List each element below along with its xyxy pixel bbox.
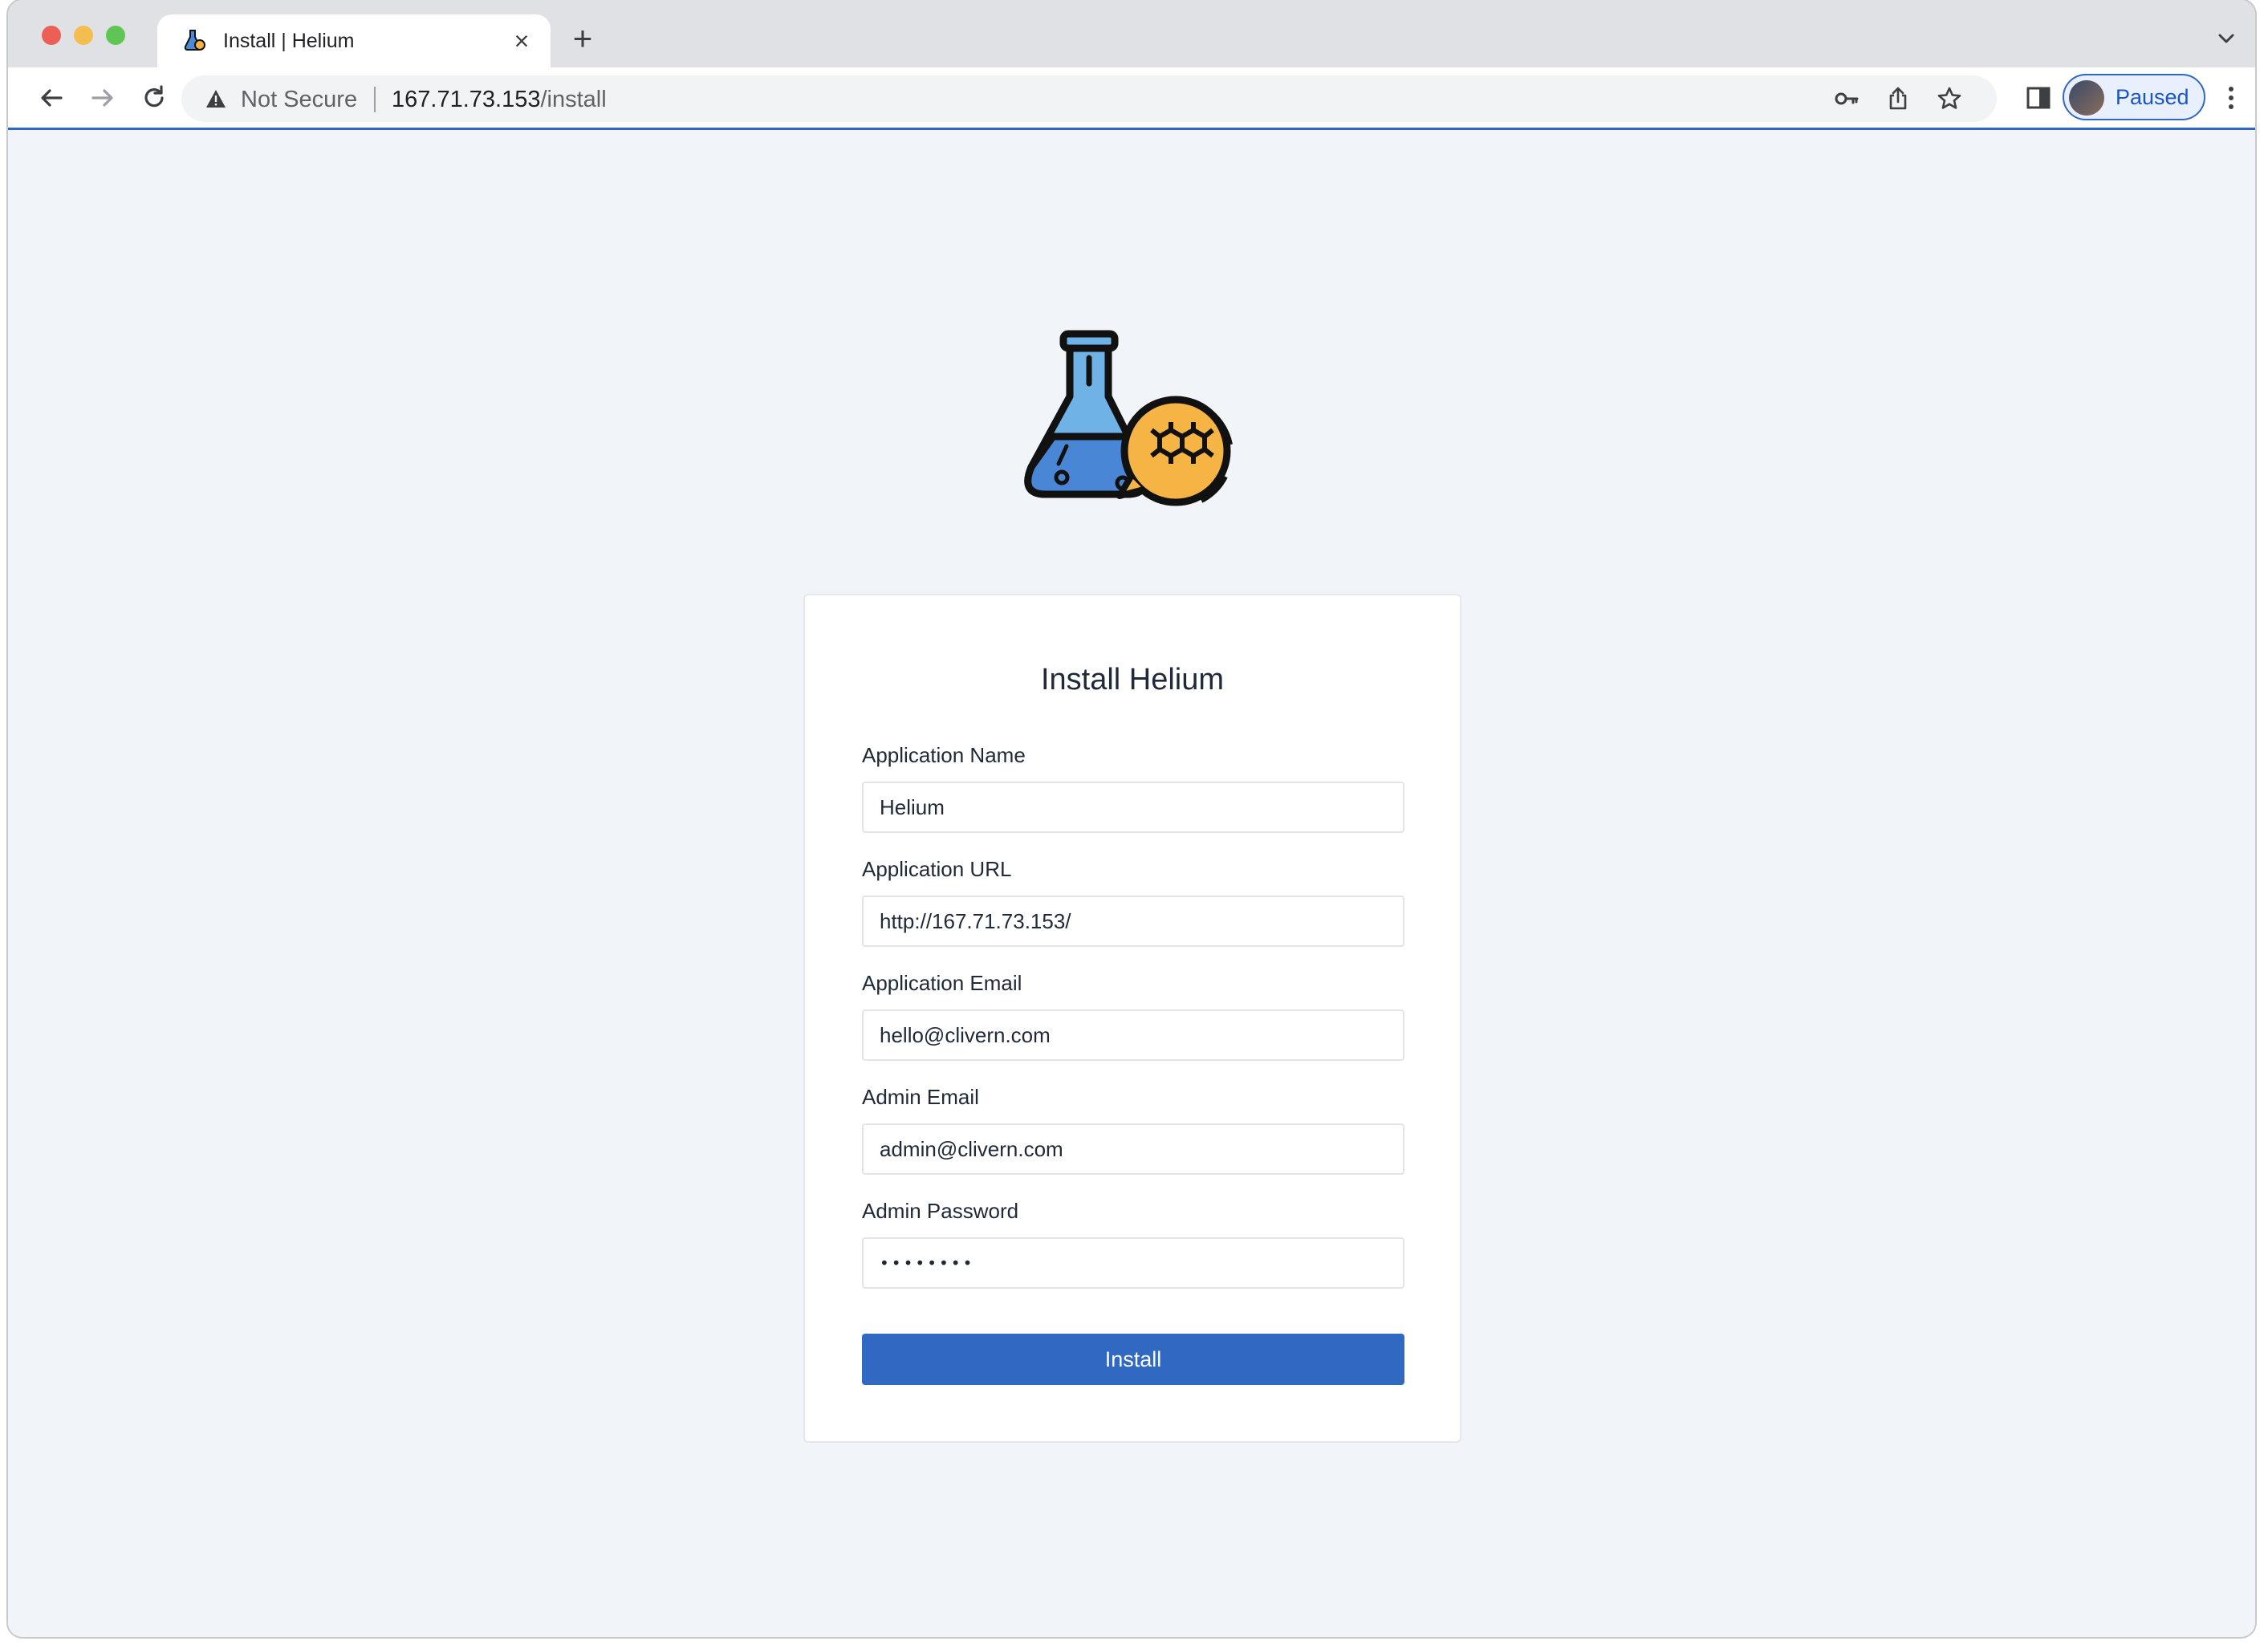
app-name-field[interactable]: [862, 782, 1404, 833]
tab-strip: Install | Helium × +: [8, 0, 2255, 67]
app-url-label: Application URL: [862, 857, 1012, 881]
tab-title: Install | Helium: [223, 30, 355, 52]
flask-molecule-logo: [1024, 330, 1233, 506]
app-email-field[interactable]: [862, 1009, 1404, 1061]
url-host: 167.71.73.153: [392, 87, 541, 112]
minimize-window-button[interactable]: [74, 26, 93, 45]
star-icon[interactable]: [1936, 85, 1963, 112]
browser-toolbar: Not Secure 167.71.73.153/install Paused: [8, 67, 2255, 130]
security-label[interactable]: Not Secure: [241, 87, 357, 113]
share-icon[interactable]: [1884, 85, 1912, 112]
admin-email-field[interactable]: [862, 1123, 1404, 1175]
install-button[interactable]: Install: [862, 1334, 1404, 1385]
avatar: [2069, 80, 2104, 116]
flask-icon: [184, 30, 205, 51]
admin-email-label: Admin Email: [862, 1085, 979, 1109]
side-panel-icon[interactable]: [2024, 83, 2053, 112]
browser-window: Install | Helium × + Not Secure 167.71.7…: [8, 0, 2255, 1637]
profile-status: Paused: [2116, 85, 2189, 109]
address-divider: [374, 87, 376, 112]
close-window-button[interactable]: [42, 26, 61, 45]
close-tab-icon[interactable]: ×: [506, 25, 538, 57]
maximize-window-button[interactable]: [106, 26, 125, 45]
admin-password-label: Admin Password: [862, 1199, 1019, 1223]
page-title: Install Helium: [1040, 663, 1225, 697]
install-form-card: Install Helium Application Name Applicat…: [803, 594, 1461, 1443]
page-content: Install Helium Application Name Applicat…: [8, 130, 2255, 1637]
app-name-label: Application Name: [862, 743, 1026, 767]
new-tab-icon[interactable]: +: [565, 21, 600, 56]
chevron-down-icon[interactable]: [2212, 24, 2241, 53]
reload-icon[interactable]: [136, 80, 172, 116]
url-path: /install: [540, 87, 607, 112]
back-arrow-icon[interactable]: [34, 80, 69, 116]
key-icon[interactable]: [1833, 85, 1860, 112]
url-text[interactable]: 167.71.73.153/install: [392, 87, 607, 113]
admin-password-field[interactable]: [862, 1237, 1404, 1289]
warning-icon[interactable]: [205, 88, 226, 109]
app-email-label: Application Email: [862, 971, 1022, 995]
tab-install-helium[interactable]: Install | Helium ×: [157, 14, 551, 67]
profile-button[interactable]: Paused: [2063, 74, 2205, 120]
forward-arrow-icon[interactable]: [85, 80, 120, 116]
address-bar[interactable]: Not Secure 167.71.73.153/install: [181, 75, 1997, 122]
more-vert-icon[interactable]: [2223, 83, 2239, 112]
app-url-field[interactable]: [862, 896, 1404, 947]
